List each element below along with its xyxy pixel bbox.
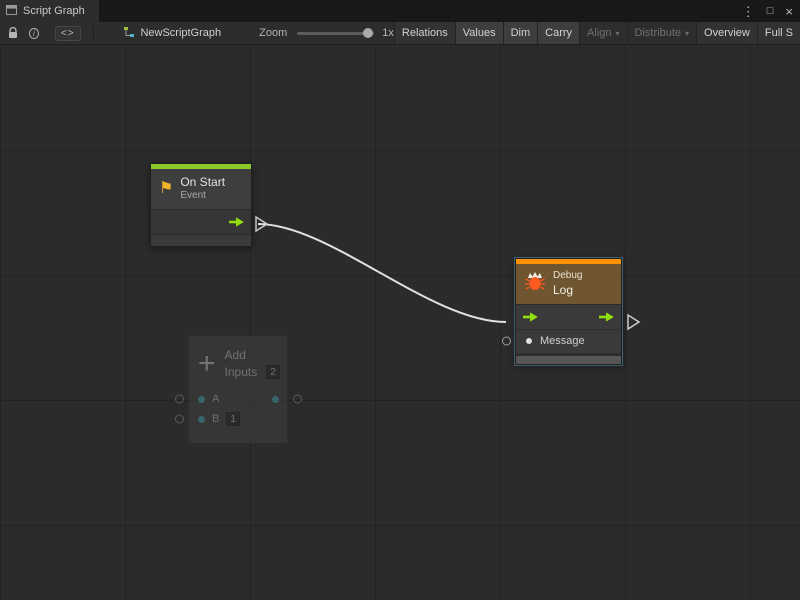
plus-icon: + (198, 351, 216, 377)
button-label: Full S (765, 27, 793, 39)
align-button[interactable]: Align ▾ (579, 22, 626, 44)
value-port-dot (526, 338, 532, 344)
button-label: Relations (402, 27, 448, 39)
zoom-knob[interactable] (363, 28, 373, 38)
menu-icon[interactable]: ⋮ (742, 5, 755, 18)
value-port-dot (198, 396, 205, 403)
fullscreen-button[interactable]: Full S (757, 22, 800, 44)
tab-title: Script Graph (23, 5, 85, 17)
button-label: Distribute (635, 27, 681, 39)
port-ring[interactable] (175, 395, 184, 404)
node-category: Debug (553, 270, 582, 283)
connection-wire[interactable] (258, 224, 506, 322)
carry-button[interactable]: Carry (537, 22, 579, 44)
graph-canvas[interactable]: ⚑ On Start Event (0, 45, 800, 600)
port-ring[interactable] (175, 415, 184, 424)
button-label: Values (463, 27, 496, 39)
titlebar: Script Graph ⋮ □ × (0, 0, 800, 22)
trigger-input-port[interactable] (522, 311, 539, 323)
button-label: Align (587, 27, 611, 39)
toolbar-buttons: Relations Values Dim Carry Align ▾ Distri… (394, 22, 800, 44)
node-footer (151, 234, 251, 246)
edit-script-icon[interactable]: <> (55, 26, 81, 41)
values-button[interactable]: Values (455, 22, 503, 44)
chevron-down-icon: ▾ (685, 29, 689, 38)
toolbar-separator (93, 26, 94, 41)
trigger-output-port[interactable] (598, 311, 615, 323)
node-header: + Add Inputs 2 (189, 336, 287, 389)
flag-icon: ⚑ (159, 181, 173, 197)
unity-script-graph-window: Script Graph ⋮ □ × i <> NewScriptGraph Z… (0, 0, 800, 600)
output-port-dot[interactable] (272, 396, 279, 403)
message-input-port[interactable]: Message (516, 329, 621, 353)
info-icon[interactable]: i (29, 28, 39, 39)
zoom-value: 1x (382, 27, 394, 39)
value-field[interactable]: 1 (226, 412, 240, 426)
button-label: Overview (704, 27, 750, 39)
graph-name: NewScriptGraph (140, 27, 221, 39)
window-icon (6, 5, 17, 18)
graph-toolbar: i <> NewScriptGraph Zoom 1x Relations Va… (0, 22, 800, 45)
chevron-down-icon: ▾ (616, 29, 620, 38)
node-title-line1: Add (225, 348, 280, 362)
input-row-a[interactable]: A (189, 389, 287, 409)
input-count-field[interactable]: 2 (266, 365, 280, 379)
close-icon[interactable]: × (785, 5, 793, 18)
node-subtitle: Event (180, 190, 225, 203)
window-controls: ⋮ □ × (742, 0, 793, 22)
zoom-slider[interactable] (297, 32, 374, 35)
input-row-b[interactable]: B 1 (189, 409, 287, 429)
overview-button[interactable]: Overview (696, 22, 757, 44)
trigger-output-port[interactable] (151, 209, 251, 234)
trigger-ports-row (516, 304, 621, 329)
port-label: A (212, 393, 219, 405)
node-header[interactable]: Debug Log (516, 264, 621, 304)
node-footer (516, 356, 621, 364)
maximize-icon[interactable]: □ (767, 6, 774, 17)
port-label: Message (540, 335, 585, 347)
exec-arrow-icon (228, 216, 245, 228)
distribute-button[interactable]: Distribute ▾ (627, 22, 696, 44)
node-debug-log[interactable]: Debug Log Message (515, 258, 622, 365)
button-label: Dim (511, 27, 531, 39)
port-ring[interactable] (502, 337, 511, 346)
value-port-dot (198, 416, 205, 423)
wire-start-arrow-icon (256, 217, 267, 231)
node-header[interactable]: ⚑ On Start Event (151, 169, 251, 209)
log-exit-arrow-icon[interactable] (628, 315, 639, 329)
node-title: Log (553, 283, 582, 298)
graph-asset-button[interactable]: NewScriptGraph (123, 26, 221, 41)
node-title: On Start (180, 175, 225, 190)
zoom-label: Zoom (259, 27, 287, 39)
node-on-start[interactable]: ⚑ On Start Event (150, 163, 252, 247)
tab-script-graph[interactable]: Script Graph (0, 0, 99, 22)
script-graph-asset-icon (123, 26, 135, 41)
bug-icon (524, 271, 546, 296)
node-add-inputs-ghost: + Add Inputs 2 A B 1 (188, 335, 288, 444)
relations-button[interactable]: Relations (394, 22, 455, 44)
port-ring[interactable] (293, 395, 302, 404)
button-label: Carry (545, 27, 572, 39)
lock-icon[interactable] (8, 27, 18, 39)
node-title-line2: Inputs (225, 365, 258, 379)
port-label: B (212, 413, 219, 425)
dim-button[interactable]: Dim (503, 22, 538, 44)
connections-layer (0, 45, 800, 600)
